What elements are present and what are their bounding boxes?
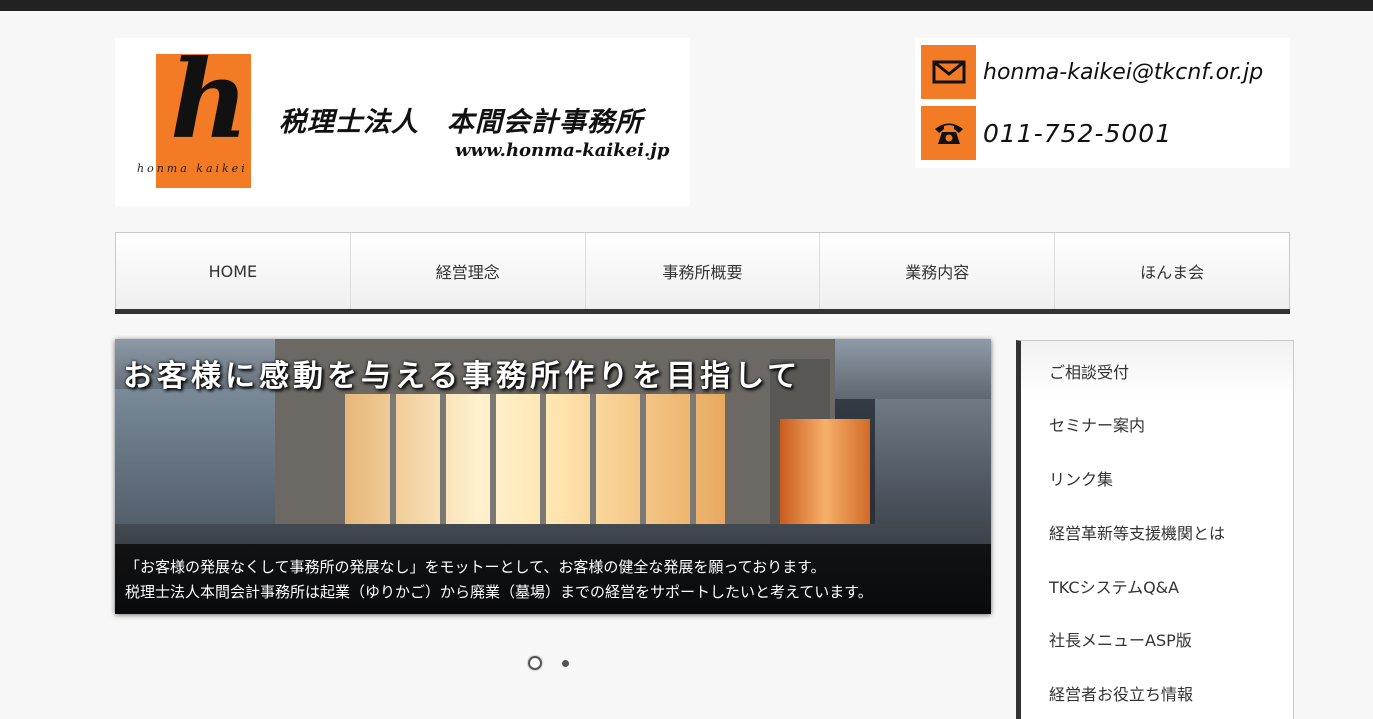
sidebar-menu: ご相談受付 セミナー案内 リンク集 経営革新等支援機関とは TKCシステムQ&A…	[1016, 340, 1294, 719]
sidebar-item-manager-info[interactable]: 経営者お役立ち情報	[1049, 681, 1193, 705]
window-mullion	[390, 394, 396, 544]
email-contact[interactable]: honma-kaikei@tkcnf.or.jp	[921, 45, 1263, 99]
slider-dot-2[interactable]	[562, 659, 569, 667]
logo-romaji: honma kaikei	[137, 162, 248, 175]
nav-honma-kai[interactable]: ほんま会	[1055, 233, 1289, 309]
slider-pagination	[528, 656, 569, 670]
lit-windows	[345, 394, 725, 544]
hero-slider[interactable]: お客様に感動を与える事務所作りを目指して 「お客様の発展なくして事務所の発展なし…	[115, 339, 991, 614]
phone-number[interactable]: 011-752-5001	[983, 119, 1172, 148]
window-mullion	[640, 394, 646, 544]
firm-name: 税理士法人 本間会計事務所	[279, 107, 643, 138]
sidebar-item-consultation[interactable]: ご相談受付	[1049, 359, 1129, 383]
window-mullion	[540, 394, 546, 544]
nav-philosophy[interactable]: 経営理念	[351, 233, 586, 309]
street-background	[875, 399, 991, 529]
sidebar-item-president-menu[interactable]: 社長メニューASP版	[1049, 627, 1192, 651]
site-url: www.honma-kaikei.jp	[455, 140, 670, 161]
slide-headline: お客様に感動を与える事務所作りを目指して	[123, 359, 802, 394]
sidebar-item-support-agency[interactable]: 経営革新等支援機関とは	[1049, 520, 1225, 544]
window-mullion	[490, 394, 496, 544]
main-nav: HOME 経営理念 事務所概要 業務内容 ほんま会	[115, 232, 1290, 309]
nav-services[interactable]: 業務内容	[820, 233, 1056, 309]
page: h honma kaikei 税理士法人 本間会計事務所 www.honma-k…	[0, 0, 1373, 719]
slide-caption-line-2: 税理士法人本間会計事務所は起業（ゆりかご）から廃業（墓場）までの経営をサポートし…	[125, 583, 873, 601]
telephone-icon	[921, 106, 976, 160]
nav-home[interactable]: HOME	[116, 233, 351, 309]
envelope-icon	[921, 45, 976, 99]
email-address[interactable]: honma-kaikei@tkcnf.or.jp	[983, 60, 1263, 85]
entrance-door	[780, 419, 870, 534]
logo-letter: h	[170, 37, 249, 163]
nav-underline	[115, 309, 1290, 314]
slider-dot-1[interactable]	[528, 656, 542, 670]
sidebar-item-tkc-qa[interactable]: TKCシステムQ&A	[1049, 574, 1179, 598]
phone-contact[interactable]: 011-752-5001	[921, 106, 1172, 160]
neighbor-house	[115, 389, 275, 539]
window-mullion	[690, 394, 696, 544]
slide-caption-band: 「お客様の発展なくして事務所の発展なし」をモットーとして、お客様の健全な発展を願…	[115, 544, 991, 614]
window-mullion	[440, 394, 446, 544]
site-logo[interactable]: h honma kaikei 税理士法人 本間会計事務所 www.honma-k…	[115, 38, 690, 206]
contact-block: honma-kaikei@tkcnf.or.jp 011-752-5001	[915, 38, 1290, 168]
top-bar	[0, 0, 1373, 11]
sidebar-item-seminars[interactable]: セミナー案内	[1049, 412, 1145, 436]
window-mullion	[590, 394, 596, 544]
slide-caption-line-1: 「お客様の発展なくして事務所の発展なし」をモットーとして、お客様の健全な発展を願…	[125, 558, 826, 576]
nav-office-overview[interactable]: 事務所概要	[586, 233, 821, 309]
sidebar-item-links[interactable]: リンク集	[1049, 466, 1113, 490]
